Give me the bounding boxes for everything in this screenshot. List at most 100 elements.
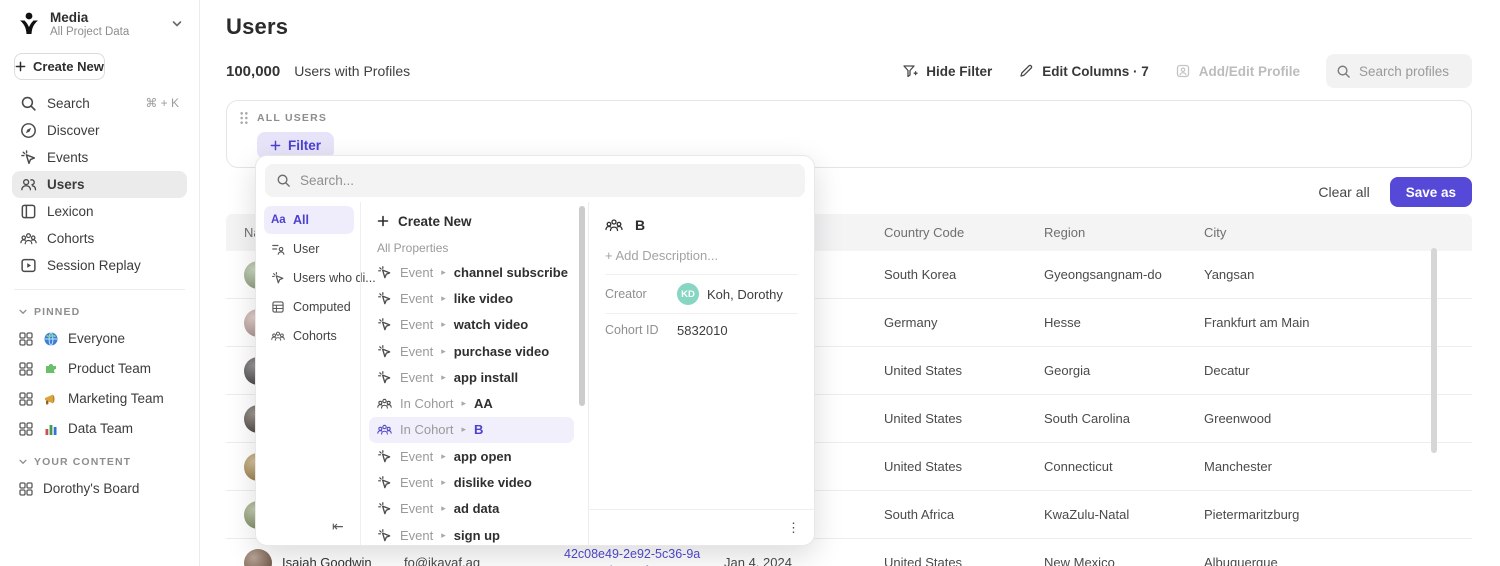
create-new-label: Create New [33, 59, 104, 74]
sidebar-item-session-replay[interactable]: Session Replay [12, 252, 187, 279]
category-user[interactable]: User [264, 235, 354, 263]
property-item-channel-subscribe[interactable]: Event▸channel subscribe [369, 259, 574, 285]
dropdown-search-box[interactable] [265, 164, 805, 197]
project-switcher[interactable]: Media All Project Data [12, 8, 187, 45]
property-item-app-install[interactable]: Event▸app install [369, 364, 574, 390]
search-icon [1336, 64, 1351, 79]
sidebar-item-events[interactable]: Events [12, 144, 187, 171]
edit-columns-button[interactable]: Edit Columns · 7 [1018, 63, 1149, 79]
search-profiles-input[interactable] [1359, 64, 1462, 79]
sidebar-item-discover[interactable]: Discover [12, 117, 187, 144]
user-country: United States [866, 411, 1026, 426]
dropdown-category-list: Aa All User Users who di... Computed Coh… [256, 202, 360, 545]
dropdown-search-input[interactable] [300, 173, 794, 188]
column-header-region[interactable]: Region [1026, 225, 1186, 240]
user-count: 100,000 [226, 63, 280, 80]
pinned-section-header[interactable]: PINNED [12, 300, 187, 324]
hide-filter-button[interactable]: Hide Filter [902, 63, 992, 79]
property-item-ad-data[interactable]: Event▸ad data [369, 496, 574, 522]
user-region: New Mexico [1026, 555, 1186, 566]
category-all[interactable]: Aa All [264, 206, 354, 234]
property-item-purchase-video[interactable]: Event▸purchase video [369, 338, 574, 364]
board-grid-icon [18, 391, 34, 407]
cohorts-icon [20, 230, 37, 247]
puzzle-icon [43, 361, 59, 377]
property-item-cohort-aa[interactable]: In Cohort▸AA [369, 390, 574, 416]
keyboard-shortcut: ⌘ + K [145, 96, 179, 110]
dropdown-create-new-button[interactable]: Create New [369, 206, 574, 236]
collapse-panel-icon[interactable]: ⇤ [332, 518, 344, 535]
search-icon [20, 95, 37, 112]
cohort-id-row: Cohort ID 5832010 [605, 314, 798, 346]
your-content-section-header[interactable]: YOUR CONTENT [12, 450, 187, 474]
add-description-button[interactable]: + Add Description... [605, 248, 798, 275]
search-icon [276, 173, 291, 188]
breadcrumb-arrow: ▸ [461, 424, 466, 435]
create-new-button[interactable]: Create New [14, 53, 105, 80]
breadcrumb-arrow: ▸ [441, 477, 446, 488]
filter-button-label: Filter [288, 138, 321, 153]
user-email: fo@ikavaf.ag [386, 555, 546, 566]
property-item-dislike-video[interactable]: Event▸dislike video [369, 469, 574, 495]
project-name: Media [50, 10, 163, 26]
chevron-down-icon[interactable] [171, 18, 183, 30]
category-computed[interactable]: Computed [264, 293, 354, 321]
creator-avatar: KD [677, 283, 699, 305]
sidebar-item-product-team[interactable]: Product Team [12, 354, 187, 384]
hide-filter-label: Hide Filter [926, 64, 992, 79]
category-users-who-did[interactable]: Users who di... [264, 264, 354, 292]
sidebar-item-label: Discover [47, 123, 100, 138]
sidebar-item-label: Search [47, 96, 90, 111]
chevron-down-icon [18, 307, 28, 317]
user-city: Manchester [1186, 459, 1472, 474]
sidebar-item-everyone[interactable]: Everyone [12, 324, 187, 354]
user-count-label: Users with Profiles [294, 63, 410, 79]
sidebar-item-users[interactable]: Users [12, 171, 187, 198]
distinct-id-link[interactable]: 42c08e49-2e92-5c36-9a73-a84eb8684fa3 [564, 547, 700, 566]
sidebar-item-label: Session Replay [47, 258, 141, 273]
cohort-title: B [635, 217, 645, 233]
sidebar-item-cohorts[interactable]: Cohorts [12, 225, 187, 252]
computed-icon [271, 300, 285, 314]
column-header-city[interactable]: City [1186, 225, 1472, 240]
pin-item-label: Product Team [68, 361, 151, 376]
pinned-label: PINNED [34, 306, 80, 318]
creator-label: Creator [605, 287, 677, 301]
media-logo-icon [16, 11, 42, 37]
table-scrollbar[interactable] [1431, 248, 1437, 453]
save-as-button[interactable]: Save as [1390, 177, 1472, 207]
sidebar-item-search[interactable]: Search ⌘ + K [12, 90, 187, 117]
pencil-icon [1018, 63, 1034, 79]
property-item-like-video[interactable]: Event▸like video [369, 285, 574, 311]
property-item-app-open[interactable]: Event▸app open [369, 443, 574, 469]
dropdown-scrollbar[interactable] [579, 206, 585, 406]
user-country: United States [866, 459, 1026, 474]
sidebar-item-lexicon[interactable]: Lexicon [12, 198, 187, 225]
user-region: Gyeongsangnam-do [1026, 267, 1186, 282]
drag-handle-icon[interactable] [239, 111, 249, 125]
property-item-cohort-b[interactable]: In Cohort▸B [369, 417, 574, 443]
user-country: South Korea [866, 267, 1026, 282]
cohorts-icon [271, 329, 285, 343]
more-options-icon[interactable]: ⋮ [787, 521, 800, 534]
add-edit-profile-button[interactable]: Add/Edit Profile [1175, 63, 1300, 79]
clear-all-button[interactable]: Clear all [1318, 184, 1369, 200]
user-city: Decatur [1186, 363, 1472, 378]
your-content-label: YOUR CONTENT [34, 456, 131, 468]
event-icon [377, 344, 392, 359]
sidebar-item-marketing-team[interactable]: Marketing Team [12, 384, 187, 414]
add-edit-profile-label: Add/Edit Profile [1199, 64, 1300, 79]
sidebar-item-data-team[interactable]: Data Team [12, 414, 187, 444]
page-title: Users [226, 14, 1472, 40]
dropdown-property-list: Create New All Properties Event▸channel … [360, 202, 588, 545]
board-grid-icon [18, 421, 34, 437]
column-header-country-code[interactable]: Country Code [866, 225, 1026, 240]
category-cohorts[interactable]: Cohorts [264, 322, 354, 350]
search-profiles-box[interactable] [1326, 54, 1472, 88]
breadcrumb-arrow: ▸ [441, 530, 446, 541]
property-item-sign-up[interactable]: Event▸sign up [369, 522, 574, 548]
property-item-watch-video[interactable]: Event▸watch video [369, 312, 574, 338]
sidebar-item-dorothys-board[interactable]: Dorothy's Board [12, 474, 187, 504]
events-icon [20, 149, 37, 166]
breadcrumb-arrow: ▸ [441, 293, 446, 304]
